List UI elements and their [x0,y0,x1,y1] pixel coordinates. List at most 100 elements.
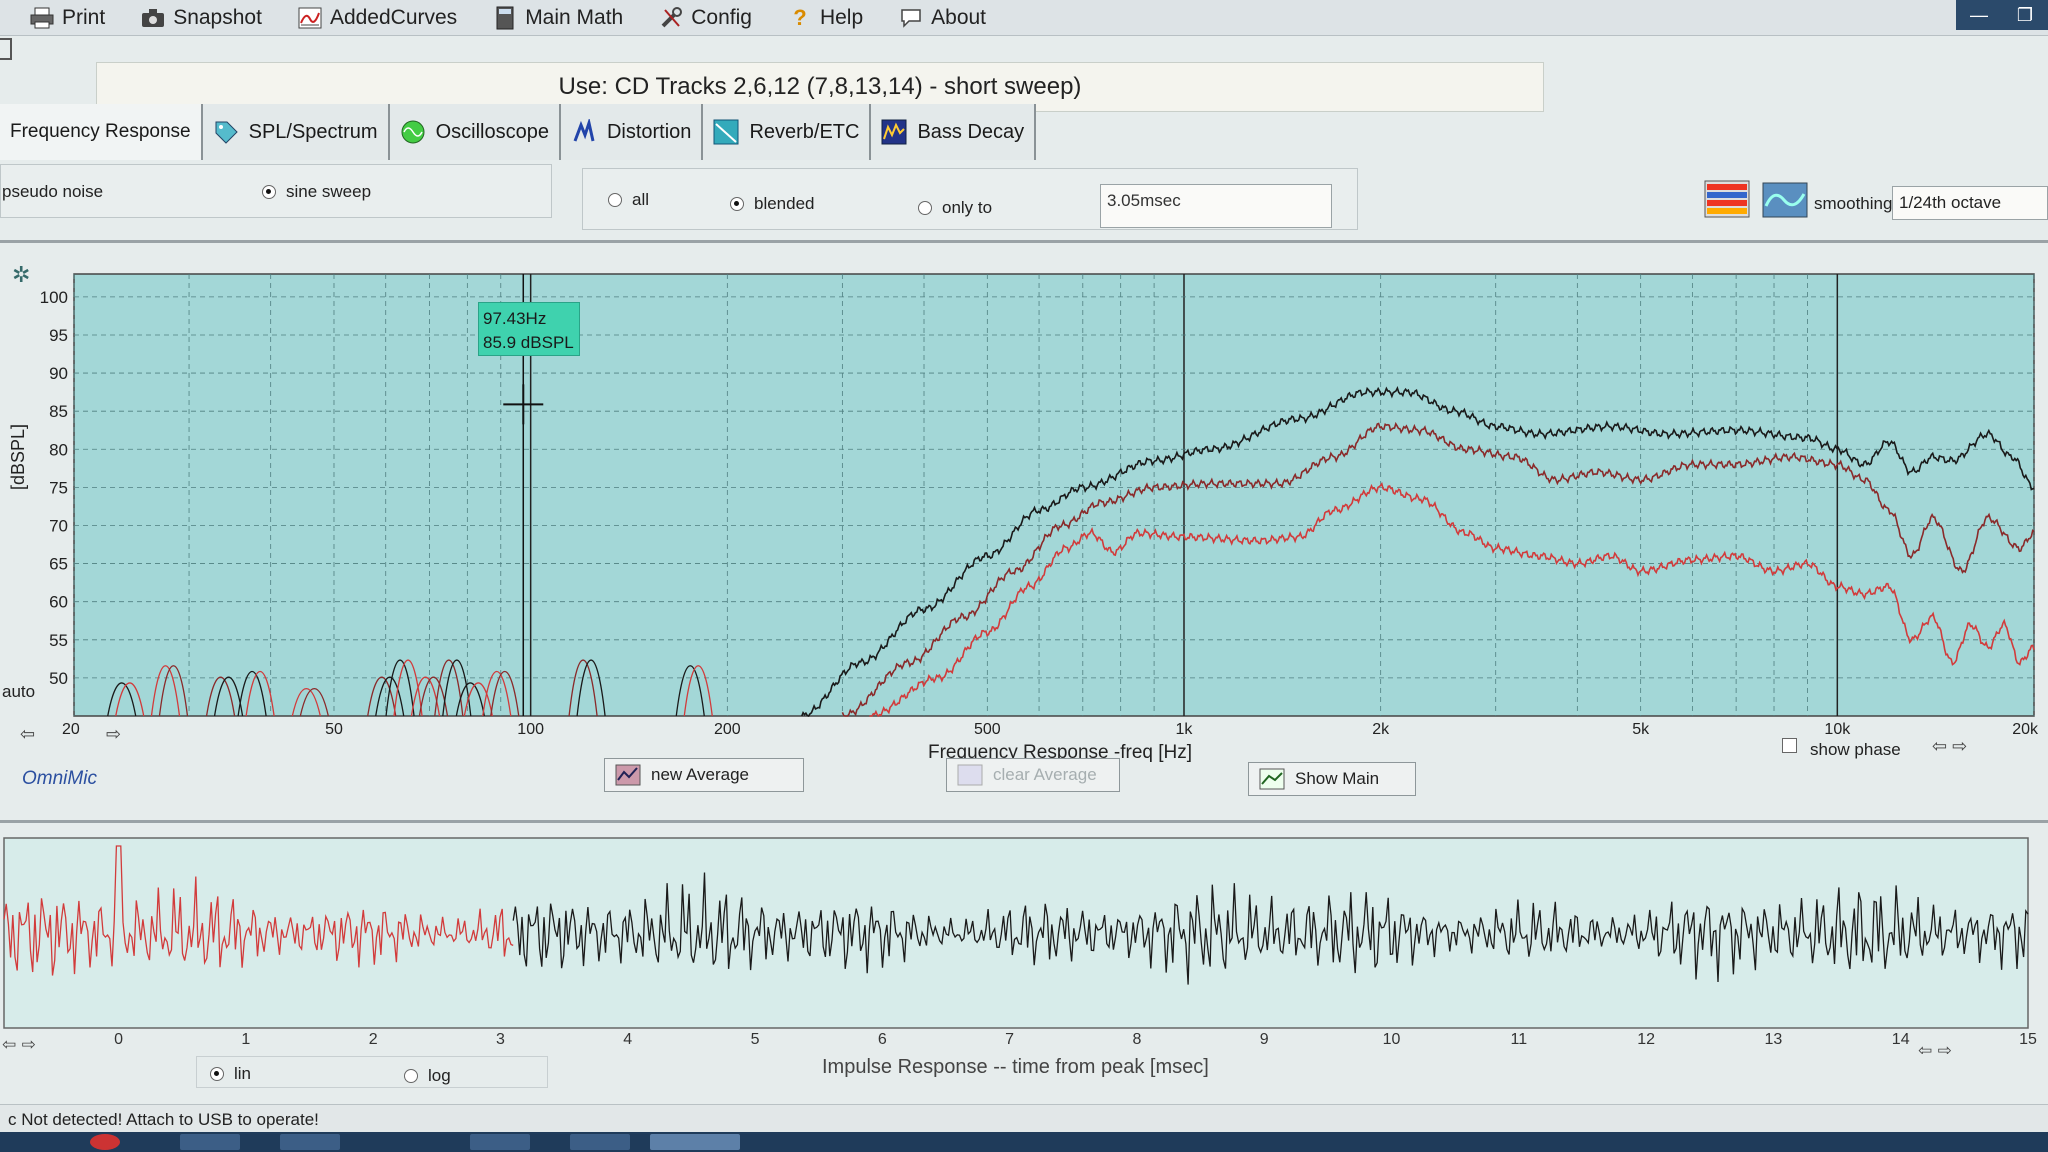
tab-oscilloscope[interactable]: Oscilloscope [389,104,561,160]
clear-average-button[interactable]: clear Average [946,758,1120,792]
os-taskbar [0,1132,2048,1152]
auto-scale-label[interactable]: auto [2,682,35,702]
fr-y-tick-label: 100 [40,288,68,307]
ir-x-tick-label: 7 [1005,1031,1014,1048]
tab-oscilloscope-label: Oscilloscope [435,120,549,143]
menu-config[interactable]: Config [659,6,752,30]
fr-y-tick-label: 75 [49,478,68,497]
restore-icon[interactable]: ❐ [2002,0,2048,30]
sine-sweep-radio-dot[interactable] [262,185,276,199]
window-time-field[interactable]: 3.05msec [1100,184,1332,228]
lin-label: lin [234,1064,252,1083]
taskbar-app-4[interactable] [570,1134,630,1150]
tab-frequency-response-label: Frequency Response [10,121,191,142]
taskbar-app-1[interactable] [180,1134,240,1150]
ir-scroll-arrows: ⇦ ⇨ ⇦ ⇨ [2,1035,1952,1054]
radio-all[interactable]: all [608,190,649,210]
only-to-radio-dot[interactable] [918,201,932,215]
curves-icon [298,6,322,30]
lin-radio-dot[interactable] [210,1067,224,1081]
mode-tabs: Frequency Response SPL/Spectrum Oscillos… [0,104,1037,160]
tab-bass-decay-label: Bass Decay [917,120,1025,143]
log-label: log [428,1066,451,1085]
impulse-response-chart[interactable]: 0 1 2 3 4 5 6 7 8 9 10 11 12 13 14 15 ⇦ ⇨ ⇦ ⇨ [0,828,2048,1054]
status-bar: c Not detected! Attach to USB to operate… [0,1104,2048,1132]
menu-main-math-label: Main Math [525,5,624,29]
menu-help[interactable]: ? Help [788,4,864,30]
fr-scroll-arrows-right[interactable]: ⇦ ⇨ [1932,736,1967,757]
tab-spl-spectrum[interactable]: SPL/Spectrum [202,104,390,160]
average-icon [615,764,641,786]
fr-x-tick-labels: 20 50 100 200 500 1k 2k 5k 10k 20k [62,721,2039,738]
all-radio-dot[interactable] [608,193,622,207]
smoothing-select[interactable]: 1/24th octave [1892,186,2048,220]
menu-addedcurves-label: AddedCurves [329,5,458,29]
ir-x-tick-label: 14 [1892,1031,1910,1048]
fr-y-tick-label: 85 [49,402,68,421]
show-phase-checkbox[interactable] [1782,738,1797,753]
tab-distortion-label: Distortion [606,120,692,143]
panel-handle-icon[interactable] [0,38,12,60]
cursor-freq: 97.43Hz [483,309,547,328]
clear-average-icon [957,764,983,786]
gear-icon[interactable]: ✲ [12,262,30,288]
start-icon[interactable] [90,1134,120,1150]
pseudo-noise-label: pseudo noise [2,182,104,201]
radio-sine-sweep[interactable]: sine sweep [262,182,371,202]
fr-x-tick-label: 5k [1632,721,1650,738]
all-label: all [632,190,650,209]
fr-y-axis-title: [dBSPL] [8,423,28,490]
taskbar-app-2[interactable] [280,1134,340,1150]
tab-reverb-etc[interactable]: Reverb/ETC [703,104,872,160]
svg-text:⇦ ⇨: ⇦ ⇨ [2,1035,36,1054]
fr-y-tick-label: 80 [49,440,68,459]
menu-print[interactable]: Print [30,6,105,30]
tab-bass-decay[interactable]: Bass Decay [871,104,1037,160]
show-phase-label: show phase [1810,740,1901,759]
menu-snapshot[interactable]: Snapshot [141,6,262,30]
ir-x-tick-label: 9 [1260,1031,1269,1048]
tab-distortion[interactable]: Distortion [560,104,704,160]
frequency-response-chart[interactable]: 10095908580757065605550 20 50 100 200 500 1k 2… [0,248,2048,768]
tag-icon [213,119,239,145]
radio-log[interactable]: log [404,1066,451,1086]
omnimic-logo: OmniMic [22,768,97,789]
svg-text:⇨: ⇨ [106,724,121,745]
ir-x-tick-label: 13 [1765,1031,1783,1048]
menu-main-math[interactable]: Main Math [493,6,623,30]
show-main-button[interactable]: Show Main [1248,762,1416,796]
fr-x-tick-label: 20 [62,721,80,738]
section-divider [0,240,2048,243]
fr-y-tick-label: 65 [49,555,68,574]
scope-icon [400,119,426,145]
question-icon: ? [793,4,807,30]
radio-pseudo-noise[interactable]: pseudo noise [2,182,103,202]
taskbar-app-active[interactable] [650,1134,740,1150]
tab-reverb-etc-label: Reverb/ETC [749,120,860,143]
fr-plot-area [73,273,2035,717]
radio-blended[interactable]: blended [730,194,815,214]
new-average-button[interactable]: new Average [604,758,804,792]
ir-x-tick-label: 1 [241,1031,250,1048]
taskbar-app-3[interactable] [470,1134,530,1150]
cursor-readout: 97.43Hz 85.9 dBSPL [478,302,580,356]
smoothing-preview-icon[interactable] [1762,182,1808,218]
fr-x-tick-label: 1k [1176,721,1194,738]
menu-addedcurves[interactable]: AddedCurves [298,6,457,30]
color-curves-icon[interactable] [1704,180,1750,218]
menu-help-label: Help [819,5,864,29]
blended-radio-dot[interactable] [730,197,744,211]
fr-x-tick-label: 50 [325,721,343,738]
fr-y-tick-labels: 100 95 90 85 80 75 70 65 60 55 50 [40,288,68,688]
cursor-spl: 85.9 dBSPL [483,333,574,352]
log-radio-dot[interactable] [404,1069,418,1083]
ir-x-tick-label: 12 [1637,1031,1655,1048]
fr-y-tick-label: 50 [49,669,68,688]
radio-only-to[interactable]: only to [918,198,992,218]
tab-frequency-response[interactable]: Frequency Response [0,104,203,160]
minimize-icon[interactable]: — [1956,0,2002,30]
fr-y-tick-label: 70 [49,516,68,535]
menu-about[interactable]: About [899,6,986,30]
menu-snapshot-label: Snapshot [173,5,262,29]
radio-lin[interactable]: lin [210,1064,251,1084]
